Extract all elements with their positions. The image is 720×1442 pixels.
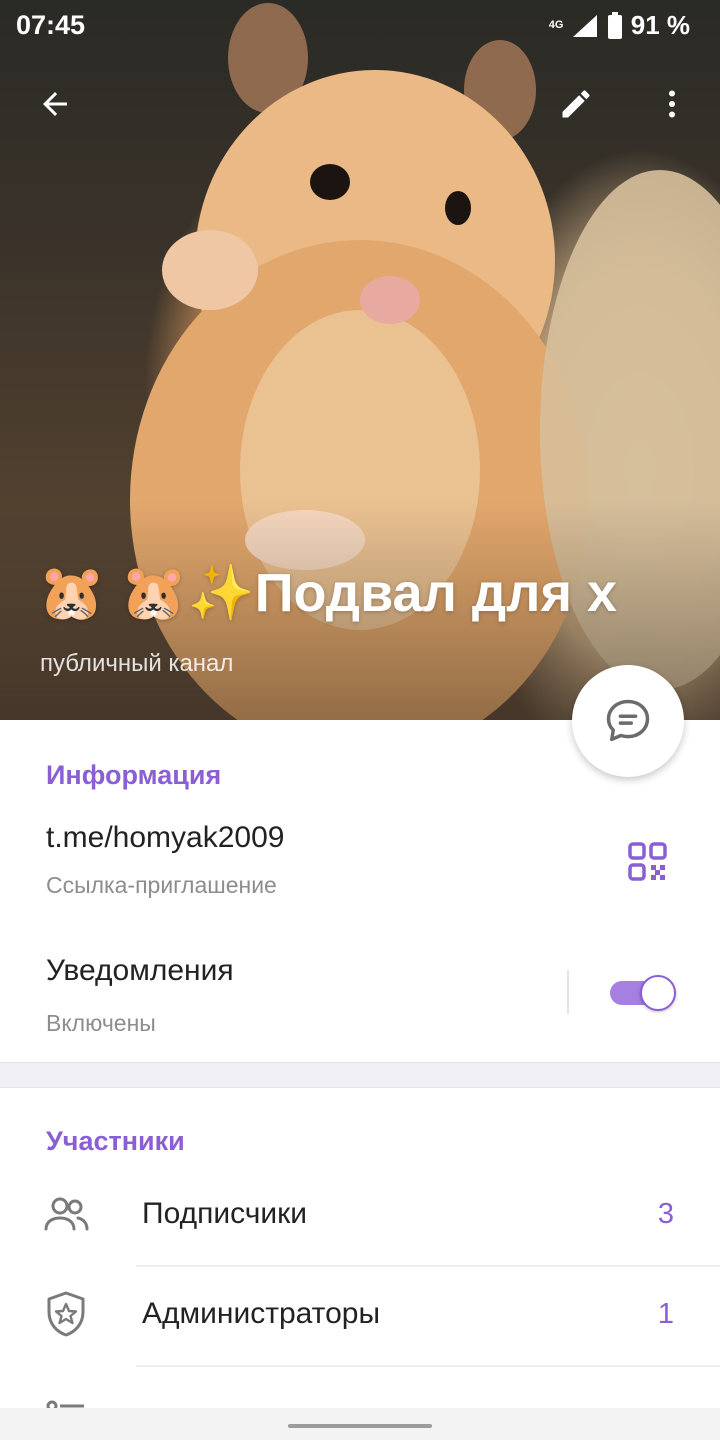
- status-indicators: 4G 91 %: [549, 10, 690, 41]
- subscribers-count: 3: [657, 1198, 674, 1230]
- back-button[interactable]: [29, 78, 81, 130]
- administrators-count: 1: [657, 1298, 674, 1330]
- network-type-label: 4G: [548, 19, 564, 31]
- people-icon: [42, 1190, 90, 1238]
- arrow-back-icon: [43, 92, 67, 116]
- more-vert-icon: [669, 90, 675, 118]
- more-options-button[interactable]: [646, 78, 698, 130]
- channel-subtitle: публичный канал: [40, 650, 234, 677]
- chat-bubble-icon: [606, 699, 650, 742]
- invite-link-caption: Ссылка-приглашение: [46, 872, 277, 898]
- info-section-title: Информация: [46, 760, 222, 790]
- pencil-icon: [562, 90, 590, 118]
- channel-title: 🐹 🐹✨Подвал для х: [38, 563, 618, 623]
- status-bar: 07:45 4G 91 %: [0, 0, 720, 50]
- invite-link[interactable]: t.me/homyak2009: [46, 821, 284, 855]
- notifications-label: Уведомления: [46, 954, 234, 987]
- subscribers-label: Подписчики: [142, 1197, 308, 1230]
- row-separator: [136, 1265, 720, 1267]
- signal-icon: [572, 14, 597, 37]
- network-indicator: 4G: [549, 13, 599, 39]
- shield-star-icon: [42, 1290, 90, 1338]
- section-divider: [0, 1062, 720, 1088]
- battery-icon: [607, 11, 622, 39]
- status-time: 07:45: [16, 10, 86, 40]
- row-separator: [136, 1365, 720, 1367]
- toggle-knob: [640, 975, 676, 1011]
- qr-code-icon: [628, 842, 667, 881]
- notifications-toggle[interactable]: [610, 975, 678, 1011]
- open-discussion-button[interactable]: [572, 665, 684, 777]
- edit-button[interactable]: [550, 78, 602, 130]
- home-gesture-handle[interactable]: [288, 1424, 432, 1428]
- battery-percent: 91 %: [630, 10, 690, 40]
- channel-title-row: 🐹 🐹✨Подвал для х: [38, 562, 720, 632]
- notifications-state: Включены: [46, 1010, 156, 1036]
- members-section-title: Участники: [46, 1126, 185, 1156]
- qr-code-button[interactable]: [624, 838, 672, 886]
- administrators-label: Администраторы: [142, 1297, 381, 1330]
- vertical-divider: [567, 970, 569, 1014]
- system-navigation-bar: [0, 1408, 720, 1440]
